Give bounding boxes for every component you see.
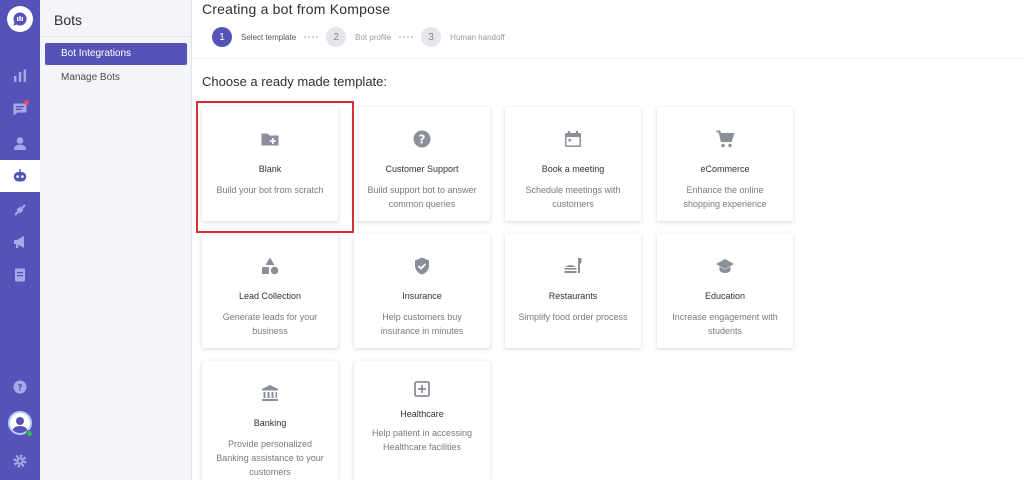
step-connector [399,36,414,38]
step-3-label: Human handoff [450,32,505,42]
template-description: Simplify food order process [518,312,628,322]
main-content: Creating a bot from Kompose 1 Select tem… [192,0,1024,480]
template-title: Insurance [402,291,442,301]
cart-icon [657,129,793,151]
step-3-number[interactable]: 3 [421,27,442,47]
integrations-icon[interactable] [10,200,30,220]
bots-sidebar: Bots Bot Integrations Manage Bots [40,0,192,480]
logo-icon[interactable] [7,6,33,32]
conversations-icon[interactable] [10,99,30,119]
template-card-lead-collection[interactable]: Lead Collection Generate leads for your … [202,234,338,348]
template-title: Book a meeting [541,164,605,174]
sidebar-title: Bots [54,12,83,28]
template-description: Provide personalized Banking assistance … [216,439,324,477]
step-2-number[interactable]: 2 [326,27,347,47]
sidebar-item-bot-integrations[interactable]: Bot Integrations [45,43,187,65]
step-1-number[interactable]: 1 [212,27,232,47]
template-card-insurance[interactable]: Insurance Help customers buy insurance i… [354,234,490,348]
app: ? Bots Bot Integrations Manage Bots Crea… [0,0,1024,480]
sidebar-divider [40,36,192,37]
template-title: Banking [253,418,287,428]
template-card-ecommerce[interactable]: eCommerce Enhance the online shopping ex… [657,107,793,221]
template-description: Increase engagement with students [672,312,778,336]
template-card-customer-support[interactable]: ? Customer Support Build support bot to … [354,107,490,221]
step-connector [304,36,319,38]
shapes-icon [202,256,338,278]
header-divider [192,58,1024,59]
icon-rail: ? [0,0,40,480]
contacts-icon[interactable] [10,133,30,153]
bot-icon[interactable] [10,166,30,186]
template-card-banking[interactable]: Banking Provide personalized Banking ass… [202,361,338,480]
page-title: Creating a bot from Kompose [202,1,391,17]
template-title: eCommerce [700,164,750,174]
template-title: Education [704,291,746,301]
knowledge-icon[interactable] [10,265,30,285]
template-card-education[interactable]: Education Increase engagement with stude… [657,234,793,348]
question-icon: ? [354,129,490,151]
graduation-cap-icon [657,256,793,278]
stepper: 1 Select template 2 Bot profile 3 Human … [212,26,505,48]
template-card-restaurants[interactable]: Restaurants Simplify food order process [505,234,641,348]
online-status-dot [26,430,33,437]
sidebar-item-manage-bots[interactable]: Manage Bots [45,67,187,89]
reports-icon[interactable] [10,66,30,86]
step-2-label: Bot profile [355,32,392,42]
help-icon[interactable]: ? [10,377,30,397]
template-card-healthcare[interactable]: Healthcare Help patient in accessing Hea… [354,361,490,480]
template-card-book-a-meeting[interactable]: Book a meeting Schedule meetings with cu… [505,107,641,221]
template-description: Enhance the online shopping experience [683,185,767,209]
campaigns-icon[interactable] [10,232,30,252]
template-description: Help patient in accessing Healthcare fac… [371,428,473,452]
settings-icon[interactable] [10,451,30,471]
food-icon [505,256,641,278]
template-description: Build support bot to answer common queri… [367,185,477,209]
selected-template-highlight [196,101,354,233]
medical-plus-icon [354,379,490,401]
section-title: Choose a ready made template: [202,74,387,89]
template-title: Lead Collection [238,291,302,301]
step-1-label: Select template [241,32,297,42]
template-description: Help customers buy insurance in minutes [380,312,464,336]
shield-check-icon [354,256,490,278]
svg-text:?: ? [17,384,22,394]
template-title: Healthcare [400,409,444,419]
calendar-icon [505,129,641,151]
template-description: Schedule meetings with customers [525,185,621,209]
template-title: Customer Support [385,164,459,174]
template-title: Restaurants [548,291,598,301]
svg-text:?: ? [419,132,426,146]
notification-dot [24,100,29,105]
bank-icon [202,383,338,405]
template-description: Generate leads for your business [222,312,318,336]
